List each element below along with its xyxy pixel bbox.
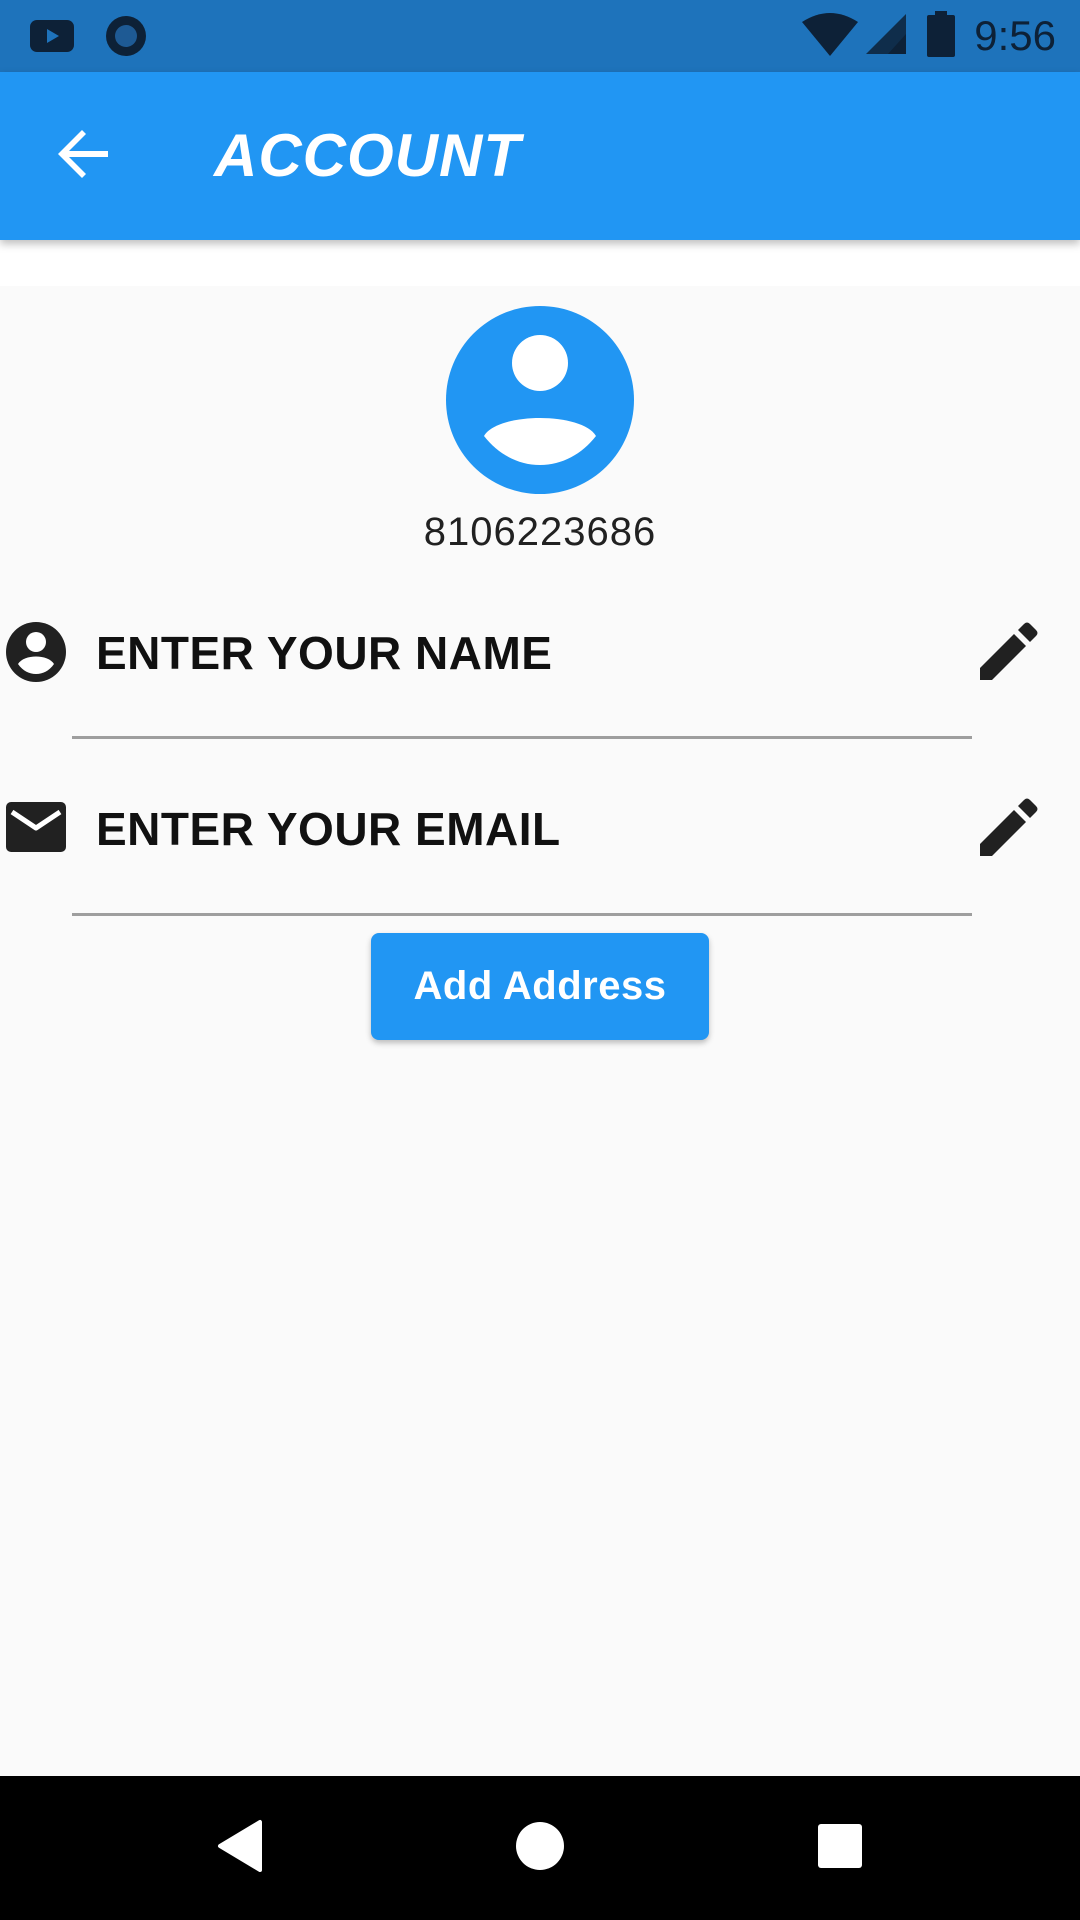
email-field-label: ENTER YOUR EMAIL <box>96 803 561 855</box>
add-address-button[interactable]: Add Address <box>371 933 709 1040</box>
edit-pencil-icon <box>976 622 1040 688</box>
email-field[interactable]: ENTER YOUR EMAIL <box>0 766 1080 886</box>
back-button[interactable] <box>44 116 124 196</box>
app-bar: ACCOUNT <box>0 72 1080 240</box>
header-spacer <box>0 240 1080 286</box>
account-screen: 9:56 ACCOUNT 8106223686 ENTER YOUR NAME … <box>0 0 1080 1920</box>
circle-app-icon <box>104 16 152 56</box>
battery-icon <box>926 10 956 62</box>
nav-back-button[interactable] <box>204 1812 276 1884</box>
status-bar: 9:56 <box>0 0 1080 72</box>
name-field-label: ENTER YOUR NAME <box>96 627 553 679</box>
home-circle-icon <box>514 1820 566 1877</box>
phone-number: 8106223686 <box>423 510 657 554</box>
page-title: ACCOUNT <box>214 122 521 189</box>
edit-name-button[interactable] <box>976 620 1040 684</box>
person-icon <box>4 620 68 684</box>
mail-icon <box>4 800 68 864</box>
nav-recents-button[interactable] <box>804 1812 876 1884</box>
edit-email-button[interactable] <box>976 796 1040 860</box>
nav-home-button[interactable] <box>504 1812 576 1884</box>
status-time: 9:56 <box>974 12 1056 59</box>
wifi-icon <box>800 12 860 61</box>
youtube-icon <box>28 16 76 56</box>
back-triangle-icon <box>214 1818 266 1879</box>
email-field-underline <box>72 913 972 916</box>
recents-square-icon <box>816 1822 864 1875</box>
system-nav-bar <box>0 1776 1080 1920</box>
name-field-underline <box>72 736 972 739</box>
edit-pencil-icon <box>976 798 1040 864</box>
arrow-back-icon <box>58 128 110 185</box>
status-right-group: 9:56 <box>800 0 1056 72</box>
account-circle-icon <box>446 306 634 494</box>
cell-signal-icon <box>864 12 908 61</box>
name-field[interactable]: ENTER YOUR NAME <box>0 590 1080 710</box>
